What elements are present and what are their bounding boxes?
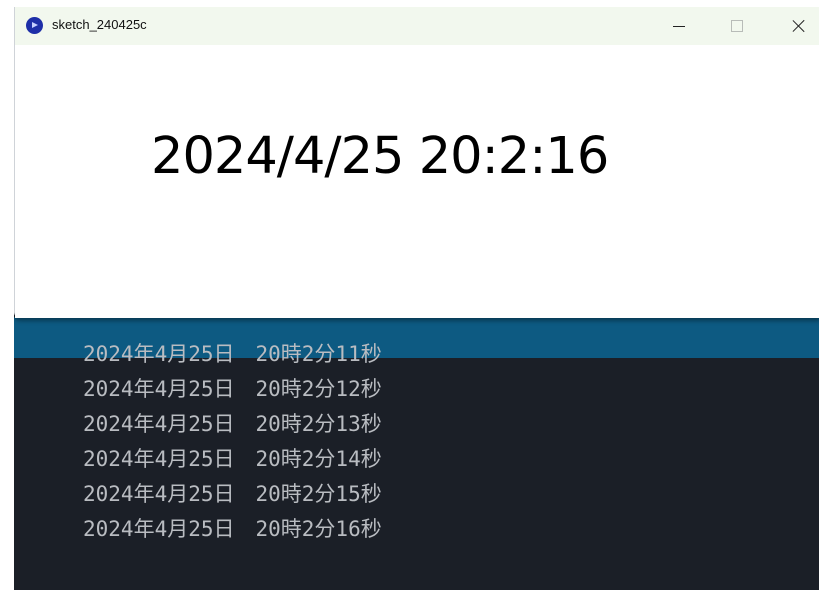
window-titlebar[interactable]: sketch_240425c [15, 7, 819, 45]
console-line: 2024年4月25日 20時2分16秒 [83, 517, 382, 541]
datetime-display: 2024/4/25 20:2:16 [151, 127, 609, 186]
minimize-icon [673, 25, 685, 27]
sketch-window[interactable]: sketch_240425c 2024/4/25 20:2:16 [14, 7, 819, 318]
console-line: 2024年4月25日 20時2分14秒 [83, 447, 382, 471]
window-title: sketch_240425c [52, 17, 147, 32]
screenshot-frame: 2024年4月25日 20時2分11秒 2024年4月25日 20時2分12秒 … [14, 7, 819, 590]
maximize-button[interactable] [714, 7, 760, 45]
processing-app-icon [26, 17, 43, 34]
close-button[interactable] [776, 7, 819, 45]
console-line: 2024年4月25日 20時2分15秒 [83, 482, 382, 506]
console-line: 2024年4月25日 20時2分11秒 [83, 342, 382, 366]
minimize-button[interactable] [656, 7, 702, 45]
maximize-icon [731, 20, 743, 32]
close-icon [792, 19, 806, 33]
console-line: 2024年4月25日 20時2分12秒 [83, 377, 382, 401]
console-output: 2024年4月25日 20時2分11秒 2024年4月25日 20時2分12秒 … [83, 337, 783, 547]
sketch-canvas: 2024/4/25 20:2:16 [15, 45, 819, 318]
console-line: 2024年4月25日 20時2分13秒 [83, 412, 382, 436]
